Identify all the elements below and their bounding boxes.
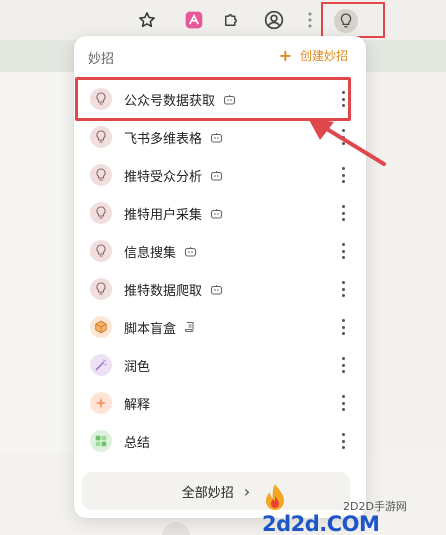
profile-icon[interactable] xyxy=(263,9,285,31)
item-label: 推特数据爬取 xyxy=(124,283,203,299)
plus-icon: + xyxy=(278,45,292,65)
bulb-icon xyxy=(90,278,112,300)
more-options-icon[interactable] xyxy=(340,319,346,335)
all-tips-label: 全部妙招 xyxy=(181,485,234,501)
bulb-icon xyxy=(90,164,112,186)
bulb-icon xyxy=(90,126,112,148)
item-label: 解释 xyxy=(124,397,151,413)
popup-title: 妙招 xyxy=(88,52,115,67)
item-label: 总结 xyxy=(124,435,151,451)
extension-icon[interactable] xyxy=(183,9,205,31)
bulb-icon xyxy=(90,240,112,262)
bulb-extension-highlight xyxy=(321,2,385,38)
robot-icon xyxy=(210,170,223,181)
list-item[interactable]: 解释 xyxy=(74,384,366,422)
puzzle-icon[interactable] xyxy=(220,9,242,31)
create-tip-button[interactable]: + 创建妙招 xyxy=(279,47,348,64)
more-dots-icon[interactable] xyxy=(304,9,316,31)
page-left-panel xyxy=(0,72,80,452)
sparkle-icon xyxy=(90,392,112,414)
more-options-icon[interactable] xyxy=(340,243,346,259)
more-options-icon[interactable] xyxy=(340,395,346,411)
list-item[interactable]: 脚本盲盒 xyxy=(74,308,366,346)
item-label: 润色 xyxy=(124,359,151,375)
list-item[interactable]: 润色 xyxy=(74,346,366,384)
watermark-flame-icon xyxy=(266,484,284,510)
robot-icon xyxy=(210,208,223,219)
more-options-icon[interactable] xyxy=(340,205,346,221)
create-tip-label: 创建妙招 xyxy=(299,49,348,63)
list-item[interactable]: 推特用户采集 xyxy=(74,194,366,232)
item-label: 脚本盲盒 xyxy=(124,321,177,337)
robot-icon xyxy=(210,132,223,143)
wand-icon xyxy=(90,354,112,376)
grid-icon xyxy=(90,430,112,452)
watermark-logo: 2d2d.COM xyxy=(262,512,380,535)
item-label: 飞书多维表格 xyxy=(124,131,203,147)
script-icon xyxy=(184,321,196,333)
more-options-icon[interactable] xyxy=(340,433,346,449)
star-icon[interactable] xyxy=(136,9,158,31)
robot-icon xyxy=(184,246,197,257)
list-item[interactable]: 信息搜集 xyxy=(74,232,366,270)
chevron-right-icon: › xyxy=(243,481,251,501)
bulb-icon[interactable] xyxy=(334,9,358,33)
annotation-arrow-icon xyxy=(308,118,386,166)
item-label: 信息搜集 xyxy=(124,245,177,261)
all-tips-button[interactable]: 全部妙招 › xyxy=(82,472,350,510)
item-label: 推特受众分析 xyxy=(124,169,203,185)
browser-toolbar xyxy=(0,0,446,40)
box-icon xyxy=(90,316,112,338)
more-options-icon[interactable] xyxy=(340,357,346,373)
bulb-icon xyxy=(90,202,112,224)
more-options-icon[interactable] xyxy=(340,281,346,297)
item-label: 推特用户采集 xyxy=(124,207,203,223)
robot-icon xyxy=(210,284,223,295)
list-item[interactable]: 总结 xyxy=(74,422,366,460)
list-item[interactable]: 推特数据爬取 xyxy=(74,270,366,308)
popup-header: 妙招 + 创建妙招 xyxy=(74,36,366,76)
